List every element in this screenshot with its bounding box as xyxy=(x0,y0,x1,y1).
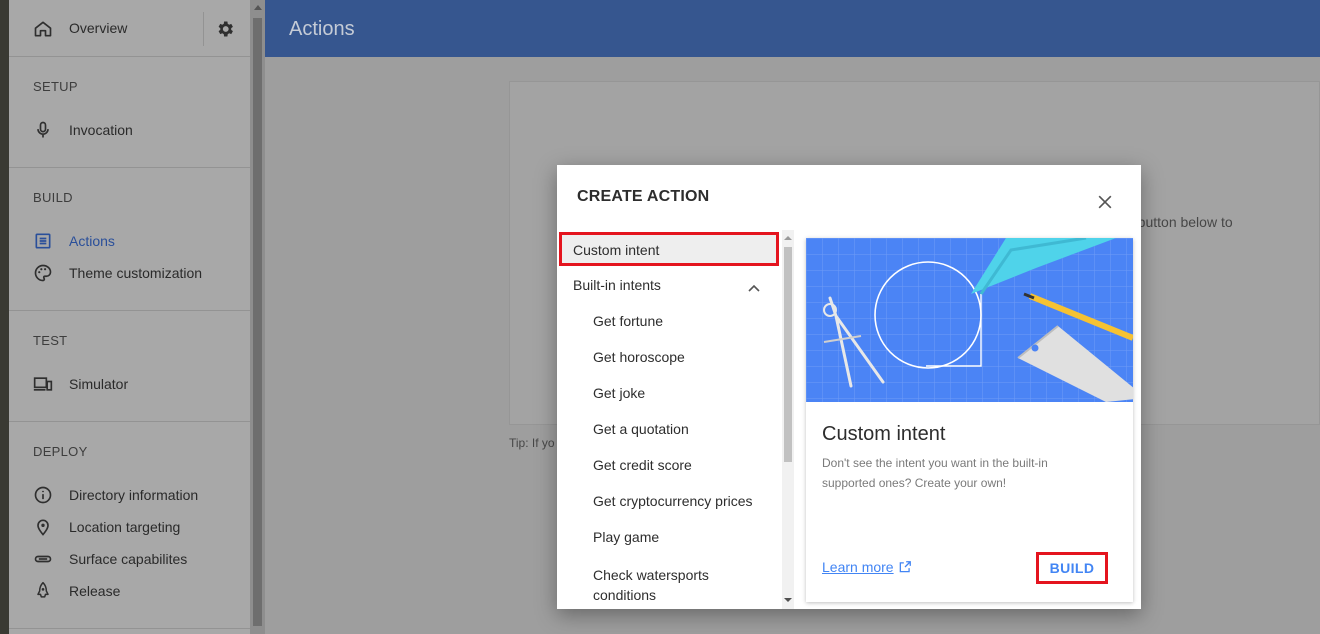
list-item-label: conditions xyxy=(593,587,657,603)
surface-icon xyxy=(34,555,52,563)
sidebar-item-directory-information[interactable]: Directory information xyxy=(9,480,250,510)
empty-state-text: e button below to xyxy=(1126,214,1233,230)
list-item-custom-intent[interactable]: Custom intent xyxy=(559,232,779,266)
intent-detail-card: Custom intent Don't see the intent you w… xyxy=(806,238,1133,602)
sidebar-item-label: Surface capabilites xyxy=(69,551,188,567)
sidebar-overview-row: Overview xyxy=(9,0,250,57)
palette-icon xyxy=(34,264,52,282)
sidebar-section-setup: SETUP Invocation xyxy=(9,57,250,168)
sidebar-item-invocation[interactable]: Invocation xyxy=(9,115,250,145)
list-item-get-credit-score[interactable]: Get credit score xyxy=(593,457,773,473)
sidebar-section-build: BUILD Actions Theme customization xyxy=(9,168,250,311)
scroll-up-arrow-icon[interactable] xyxy=(254,5,262,10)
section-heading: DEPLOY xyxy=(33,444,88,459)
list-item-get-fortune[interactable]: Get fortune xyxy=(593,313,773,329)
create-action-dialog: CREATE ACTION Custom intent Built-in int… xyxy=(557,165,1141,609)
list-item-label: Built-in intents xyxy=(573,277,661,293)
list-item-get-cryptocurrency-prices[interactable]: Get cryptocurrency prices xyxy=(593,493,779,509)
gear-icon[interactable] xyxy=(215,19,235,39)
list-item-play-game[interactable]: Play game xyxy=(593,529,773,545)
intent-title: Custom intent xyxy=(822,423,946,445)
list-item-get-a-quotation[interactable]: Get a quotation xyxy=(593,421,773,437)
list-item-label: Get fortune xyxy=(593,313,664,329)
sidebar-item-label: Theme customization xyxy=(69,265,203,281)
sidebar-item-simulator[interactable]: Simulator xyxy=(9,369,250,399)
list-item-label: Get a quotation xyxy=(593,421,689,437)
close-icon[interactable] xyxy=(1095,192,1115,212)
sidebar-item-overview[interactable]: Overview xyxy=(69,20,127,36)
sidebar: Overview SETUP Invocation BUILD Actions … xyxy=(9,0,250,634)
intent-list: Custom intent Built-in intents Get fortu… xyxy=(557,230,782,609)
tip-text: Tip: If yo xyxy=(509,436,555,450)
learn-more-link[interactable]: Learn more xyxy=(822,559,894,575)
sidebar-item-label: Actions xyxy=(69,233,115,249)
devices-icon xyxy=(33,377,53,391)
scroll-down-arrow-icon[interactable] xyxy=(784,598,792,602)
build-button[interactable]: BUILD xyxy=(1036,552,1108,584)
list-item-get-horoscope[interactable]: Get horoscope xyxy=(593,349,773,365)
window-edge xyxy=(0,0,9,634)
intent-description: Don't see the intent you want in the bui… xyxy=(822,456,1048,490)
open-in-new-icon[interactable] xyxy=(898,560,912,574)
list-item-label: Get joke xyxy=(593,385,646,401)
page-title: Actions xyxy=(289,18,355,40)
section-heading: BUILD xyxy=(33,190,73,205)
list-icon xyxy=(35,233,51,249)
scrollbar-thumb[interactable] xyxy=(253,18,262,626)
rocket-icon xyxy=(37,581,49,598)
list-item-label: Play game xyxy=(593,529,660,545)
scroll-up-arrow-icon[interactable] xyxy=(784,236,792,240)
list-item-label: Get horoscope xyxy=(593,349,685,365)
sidebar-item-label: Location targeting xyxy=(69,519,181,535)
intent-list-scrollbar[interactable] xyxy=(782,230,794,609)
sidebar-item-label: Directory information xyxy=(69,487,199,503)
sidebar-scrollbar[interactable] xyxy=(250,0,265,634)
sidebar-item-actions[interactable]: Actions xyxy=(9,226,250,256)
chevron-up-icon[interactable] xyxy=(747,283,761,293)
sidebar-item-location-targeting[interactable]: Location targeting xyxy=(9,512,250,542)
microphone-icon xyxy=(37,121,49,138)
blueprint-illustration xyxy=(806,238,1133,402)
top-app-bar: Actions xyxy=(265,0,1320,57)
section-heading: TEST xyxy=(33,333,68,348)
list-item-built-in-intents[interactable]: Built-in intents xyxy=(573,277,773,299)
sidebar-item-label: Release xyxy=(69,583,121,599)
location-pin-icon xyxy=(37,519,49,536)
sidebar-section-deploy: DEPLOY Directory information Location ta… xyxy=(9,422,250,629)
home-icon xyxy=(34,21,52,37)
sidebar-section-test: TEST Simulator xyxy=(9,311,250,422)
section-heading: SETUP xyxy=(33,79,78,94)
list-item-label: Custom intent xyxy=(573,242,660,258)
divider xyxy=(203,12,204,46)
list-item-label: Get cryptocurrency prices xyxy=(593,493,753,509)
list-item-label: Get credit score xyxy=(593,457,692,473)
sidebar-item-label: Invocation xyxy=(69,122,133,138)
info-icon xyxy=(34,486,52,504)
sidebar-item-surface-capabilities[interactable]: Surface capabilites xyxy=(9,544,250,574)
list-item-check-watersports-conditions[interactable]: Check watersports conditions xyxy=(593,565,773,605)
sidebar-item-theme-customization[interactable]: Theme customization xyxy=(9,258,250,288)
dialog-title: CREATE ACTION xyxy=(577,188,710,205)
scrollbar-thumb[interactable] xyxy=(784,247,792,462)
list-item-get-joke[interactable]: Get joke xyxy=(593,385,773,401)
list-item-label: Check watersports xyxy=(593,567,709,583)
sidebar-item-release[interactable]: Release xyxy=(9,576,250,606)
sidebar-item-label: Simulator xyxy=(69,376,129,392)
